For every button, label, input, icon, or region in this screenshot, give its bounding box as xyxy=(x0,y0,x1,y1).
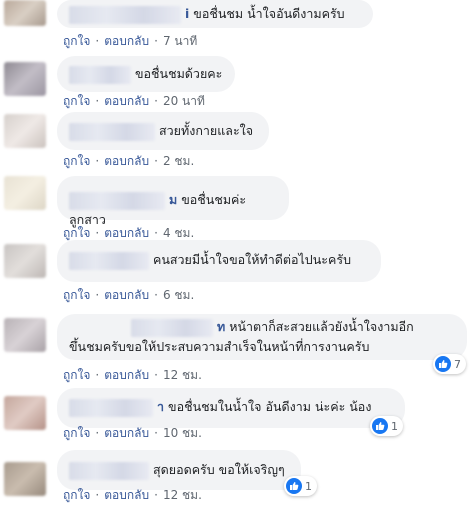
thumbs-up-icon xyxy=(286,478,302,494)
author-name[interactable] xyxy=(69,461,149,480)
avatar[interactable] xyxy=(4,114,46,148)
author-name-tail[interactable]: า xyxy=(157,399,164,414)
reaction-count[interactable]: 1 xyxy=(284,476,317,496)
separator: · xyxy=(95,34,100,48)
comment-bubble: ขอชื่นชมด้วยคะ xyxy=(57,56,235,92)
like-link[interactable]: ถูกใจ xyxy=(63,154,90,168)
like-link[interactable]: ถูกใจ xyxy=(63,226,90,240)
comment-bubble: า ขอชื่นชมในน้ำใจ อันดีงาม น่ะค่ะ น้อง xyxy=(57,388,405,428)
reply-link[interactable]: ตอบกลับ xyxy=(104,488,149,502)
avatar[interactable] xyxy=(4,176,46,210)
timestamp[interactable]: 4 ชม. xyxy=(163,226,194,240)
timestamp[interactable]: 12 ชม. xyxy=(163,368,202,382)
timestamp[interactable]: 6 ชม. xyxy=(163,288,194,302)
reply-link[interactable]: ตอบกลับ xyxy=(104,154,149,168)
separator: · xyxy=(95,226,100,240)
author-name[interactable] xyxy=(69,65,131,84)
comment-text-line2: ขึ้นชมครับขอให้ประสบความสำเร็จในหน้าที่ก… xyxy=(69,338,370,354)
avatar[interactable] xyxy=(4,396,46,430)
avatar[interactable] xyxy=(4,318,46,352)
avatar[interactable] xyxy=(4,0,46,26)
like-link[interactable]: ถูกใจ xyxy=(63,488,90,502)
like-link[interactable]: ถูกใจ xyxy=(63,94,90,108)
separator: · xyxy=(154,34,158,48)
thumbs-up-icon xyxy=(372,418,388,434)
comment-text: ขอชื่นชม น้ำใจอันดีงามครับ xyxy=(193,6,345,21)
comment-text: ขอชื่นชมในน้ำใจ อันดีงาม น่ะค่ะ น้อง xyxy=(168,399,372,414)
reply-link[interactable]: ตอบกลับ xyxy=(104,288,149,302)
comment-bubble: i ขอชื่นชม น้ำใจอันดีงามครับ xyxy=(57,0,373,28)
avatar[interactable] xyxy=(4,462,46,496)
separator: · xyxy=(154,288,158,302)
comment-text: สุดยอดครับ ขอให้เจริญๆ xyxy=(153,462,285,477)
reaction-count[interactable]: 1 xyxy=(370,416,403,436)
comment-text: คนสวยมีน้ำใจขอให้ทำดีต่อไปนะครับ xyxy=(153,252,351,267)
comment-actions: ถูกใจ · ตอบกลับ · 20 นาที xyxy=(63,92,205,111)
separator: · xyxy=(154,488,158,502)
reaction-number: 1 xyxy=(305,479,312,493)
author-name[interactable] xyxy=(69,5,181,24)
author-name-tail[interactable]: i xyxy=(185,6,189,21)
like-link[interactable]: ถูกใจ xyxy=(63,426,90,440)
reply-link[interactable]: ตอบกลับ xyxy=(104,34,149,48)
separator: · xyxy=(95,426,100,440)
timestamp[interactable]: 12 ชม. xyxy=(163,488,202,502)
reply-link[interactable]: ตอบกลับ xyxy=(104,94,149,108)
author-name[interactable] xyxy=(69,122,155,141)
comment-actions: ถูกใจ · ตอบกลับ · 10 ชม. xyxy=(63,424,202,443)
separator: · xyxy=(95,94,100,108)
separator: · xyxy=(95,154,100,168)
separator: · xyxy=(154,154,158,168)
separator: · xyxy=(95,368,100,382)
reaction-count[interactable]: 7 xyxy=(433,354,466,374)
author-name-tail[interactable]: ม xyxy=(169,192,177,207)
author-name[interactable] xyxy=(69,191,165,210)
thumbs-up-icon xyxy=(435,356,451,372)
author-name[interactable] xyxy=(69,398,153,417)
separator: · xyxy=(154,426,158,440)
comment-bubble: มขอชื่นชมค่ะลูกสาว xyxy=(57,176,289,227)
comment-actions: ถูกใจ · ตอบกลับ · 6 ชม. xyxy=(63,286,194,305)
author-name-tail[interactable]: ท xyxy=(217,319,225,334)
comment-bubble: สวยทั้งกายและใจ xyxy=(57,112,269,150)
like-link[interactable]: ถูกใจ xyxy=(63,288,90,302)
separator: · xyxy=(95,488,100,502)
comment-text: ขอชื่นชมด้วยคะ xyxy=(135,66,223,81)
timestamp[interactable]: 7 นาที xyxy=(163,34,197,48)
avatar[interactable] xyxy=(4,244,46,278)
comment-actions: ถูกใจ · ตอบกลับ · 7 นาที xyxy=(63,32,197,51)
comment-actions: ถูกใจ · ตอบกลับ · 2 ชม. xyxy=(63,152,194,171)
comment-bubble: ท หน้าตาก็สะสวยแล้วยังน้ำใจงามอีก ขึ้นชมค… xyxy=(57,314,467,360)
separator: · xyxy=(154,94,158,108)
comment-line: ท หน้าตาก็สะสวยแล้วยังน้ำใจงามอีก xyxy=(69,317,455,337)
comment-text: สวยทั้งกายและใจ xyxy=(159,123,254,138)
reply-link[interactable]: ตอบกลับ xyxy=(104,226,149,240)
reaction-number: 1 xyxy=(391,419,398,433)
separator: · xyxy=(154,368,158,382)
avatar[interactable] xyxy=(4,62,46,96)
author-name[interactable] xyxy=(69,251,149,270)
timestamp[interactable]: 10 ชม. xyxy=(163,426,202,440)
reply-link[interactable]: ตอบกลับ xyxy=(104,368,149,382)
comment-actions: ถูกใจ · ตอบกลับ · 12 ชม. xyxy=(63,486,202,505)
comment-text-line1: หน้าตาก็สะสวยแล้วยังน้ำใจงามอีก xyxy=(229,319,414,334)
separator: · xyxy=(95,288,100,302)
comment-bubble: คนสวยมีน้ำใจขอให้ทำดีต่อไปนะครับ xyxy=(57,240,381,282)
author-name[interactable] xyxy=(131,318,213,337)
like-link[interactable]: ถูกใจ xyxy=(63,368,90,382)
like-link[interactable]: ถูกใจ xyxy=(63,34,90,48)
separator: · xyxy=(154,226,158,240)
comment-actions: ถูกใจ · ตอบกลับ · 12 ชม. xyxy=(63,366,202,385)
timestamp[interactable]: 20 นาที xyxy=(163,94,205,108)
timestamp[interactable]: 2 ชม. xyxy=(163,154,194,168)
comment-bubble: สุดยอดครับ ขอให้เจริญๆ xyxy=(57,450,301,490)
reply-link[interactable]: ตอบกลับ xyxy=(104,426,149,440)
reaction-number: 7 xyxy=(454,357,461,371)
